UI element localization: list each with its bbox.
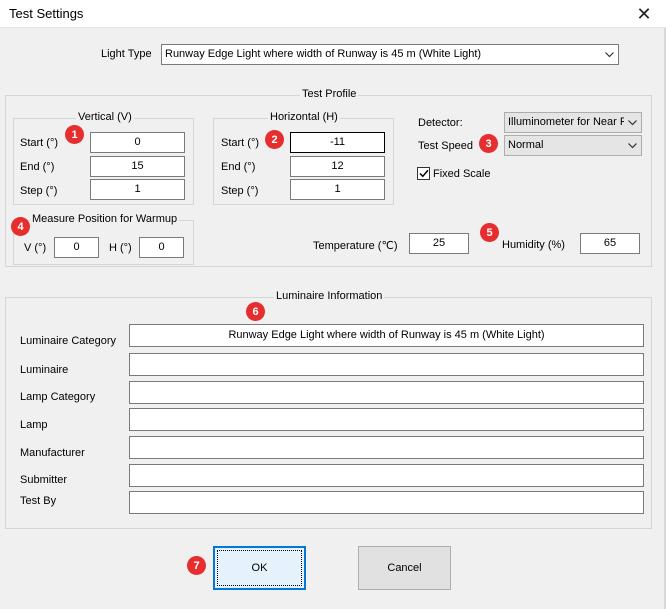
badge-7: 7 [187, 556, 206, 575]
horizontal-start-label: Start (°) [221, 137, 260, 149]
temperature-input[interactable]: 25 [409, 233, 469, 254]
vertical-step-input[interactable]: 1 [90, 179, 185, 200]
detector-label: Detector: [418, 117, 463, 129]
humidity-label: Humidity (%) [502, 239, 565, 251]
test-by-input[interactable] [129, 491, 644, 514]
vertical-title: Vertical (V) [76, 111, 134, 123]
warmup-v-input[interactable]: 0 [54, 237, 99, 258]
submitter-label: Submitter [20, 474, 68, 486]
ok-button[interactable]: OK [213, 546, 306, 590]
detector-value: Illuminometer for Near F [508, 116, 627, 128]
vertical-step-label: Step (°) [20, 185, 58, 197]
luminaire-label: Luminaire [20, 364, 69, 376]
luminaire-category-input[interactable]: Runway Edge Light where width of Runway … [129, 324, 644, 347]
luminaire-info-title: Luminaire Information [274, 290, 385, 302]
light-type-label: Light Type [101, 48, 152, 60]
title-bar: Test Settings ✕ [0, 0, 666, 28]
manufacturer-label: Manufacturer [20, 447, 85, 459]
light-type-value: Runway Edge Light where width of Runway … [165, 48, 482, 60]
horizontal-end-label: End (°) [221, 161, 256, 173]
horizontal-step-input[interactable]: 1 [290, 179, 385, 200]
badge-3: 3 [479, 134, 498, 153]
lamp-label: Lamp [20, 419, 48, 431]
temperature-label: Temperature (℃) [313, 240, 398, 252]
humidity-input[interactable]: 65 [580, 233, 640, 254]
badge-6: 6 [246, 302, 265, 321]
vertical-end-label: End (°) [20, 161, 55, 173]
badge-1: 1 [65, 125, 84, 144]
fixed-scale-checkbox[interactable] [417, 167, 430, 180]
warmup-v-label: V (°) [24, 242, 47, 254]
checkmark-icon [418, 169, 429, 178]
cancel-button[interactable]: Cancel [358, 546, 451, 590]
lamp-category-label: Lamp Category [20, 391, 96, 403]
test-profile-title: Test Profile [300, 88, 359, 100]
test-speed-select[interactable]: Normal [504, 135, 642, 156]
vertical-start-label: Start (°) [20, 137, 59, 149]
badge-4: 4 [11, 217, 30, 236]
light-type-select[interactable]: Runway Edge Light where width of Runway … [161, 44, 619, 65]
vertical-start-input[interactable]: 0 [90, 132, 185, 153]
window-title: Test Settings [9, 6, 84, 21]
chevron-down-icon [624, 113, 641, 132]
submitter-input[interactable] [129, 464, 644, 487]
chevron-down-icon [624, 136, 641, 155]
luminaire-category-label: Luminaire Category [20, 335, 116, 347]
horizontal-title: Horizontal (H) [268, 111, 340, 123]
horizontal-start-input[interactable]: -11 [290, 132, 385, 153]
lamp-category-input[interactable] [129, 381, 644, 404]
horizontal-end-input[interactable]: 12 [290, 156, 385, 177]
warmup-h-label: H (°) [109, 242, 132, 254]
warmup-title: Measure Position for Warmup [30, 213, 180, 225]
chevron-down-icon [601, 45, 618, 64]
badge-2: 2 [265, 130, 284, 149]
warmup-h-input[interactable]: 0 [139, 237, 184, 258]
close-button[interactable]: ✕ [622, 0, 666, 28]
detector-select[interactable]: Illuminometer for Near F [504, 112, 642, 133]
close-icon: ✕ [636, 3, 652, 24]
cancel-button-label: Cancel [387, 562, 422, 574]
manufacturer-input[interactable] [129, 436, 644, 459]
luminaire-input[interactable] [129, 353, 644, 376]
test-speed-label: Test Speed [418, 140, 474, 152]
fixed-scale-label: Fixed Scale [433, 168, 491, 180]
test-by-label: Test By [20, 495, 57, 507]
vertical-end-input[interactable]: 15 [90, 156, 185, 177]
focus-rectangle [217, 550, 302, 586]
lamp-input[interactable] [129, 408, 644, 431]
horizontal-step-label: Step (°) [221, 185, 259, 197]
badge-5: 5 [480, 223, 499, 242]
test-speed-value: Normal [508, 139, 544, 151]
